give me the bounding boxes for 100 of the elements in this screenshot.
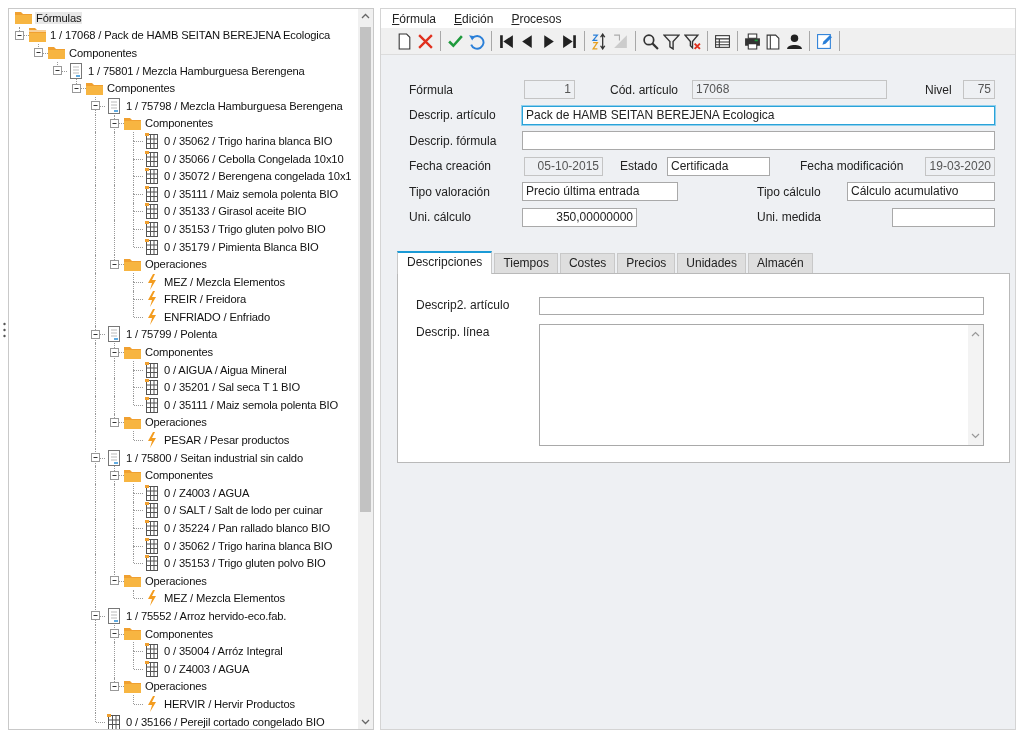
collapse-icon[interactable] (110, 259, 119, 269)
collapse-icon[interactable] (110, 681, 119, 691)
text-field[interactable]: 1 (524, 80, 575, 99)
collapse-icon[interactable] (110, 629, 119, 639)
table-icon[interactable] (714, 32, 731, 50)
scrollbar-thumb[interactable] (360, 27, 371, 512)
tree-item[interactable]: PESAR / Pesar productos (163, 434, 291, 447)
tree-item[interactable]: 0 / 35166 / Perejil cortado congelado BIO (125, 715, 326, 728)
tab[interactable]: Precios (617, 252, 676, 273)
text-field[interactable]: 17068 (692, 80, 887, 99)
copy-icon[interactable] (765, 32, 782, 50)
collapse-icon[interactable] (91, 611, 100, 621)
tree-item[interactable]: 1 / 75552 / Arroz hervido-eco.fab. (125, 610, 288, 622)
tab[interactable]: Tiempos (494, 252, 558, 273)
text-field[interactable] (539, 296, 984, 315)
last-record-icon[interactable] (561, 32, 578, 50)
collapse-icon[interactable] (91, 101, 100, 111)
chevron-down-icon[interactable] (971, 432, 980, 439)
tree-item[interactable]: 0 / 35111 / Maiz semola polenta BIO (163, 398, 340, 411)
undo-icon[interactable] (468, 32, 485, 50)
tree-item[interactable]: 0 / 35179 / Pimienta Blanca BIO (163, 240, 320, 253)
tree-item[interactable]: 1 / 17068 / Pack de HAMB SEITAN BEREJENA Ecologica (49, 29, 332, 42)
menu-item[interactable]: Procesos (509, 11, 564, 26)
text-field[interactable]: Certificada (667, 156, 770, 176)
tree-item[interactable]: MEZ / Mezcla Elementos (163, 592, 287, 605)
tab[interactable]: Almacén (748, 252, 813, 273)
collapse-icon[interactable] (15, 30, 24, 40)
tree-item[interactable]: 0 / 35201 / Sal seca T 1 BIO (163, 381, 301, 394)
tree-item[interactable]: 0 / 35066 / Cebolla Congelada 10x10 (163, 152, 345, 165)
print-icon[interactable] (744, 32, 761, 50)
tree-item[interactable]: Componentes (144, 346, 214, 359)
grid-icon (144, 520, 159, 536)
tree-item[interactable]: 0 / 35111 / Maiz semola polenta BIO (163, 187, 340, 200)
tree-item[interactable]: 0 / Z4003 / AGUA (163, 486, 251, 499)
delete-icon[interactable] (417, 32, 434, 50)
tree-item[interactable]: 0 / 35133 / Girasol aceite BIO (163, 205, 308, 218)
collapse-icon[interactable] (91, 453, 100, 463)
tree-item[interactable]: 0 / 35062 / Trigo harina blanca BIO (163, 134, 334, 147)
tree-item[interactable]: 0 / 35153 / Trigo gluten polvo BIO (163, 557, 327, 570)
text-field[interactable]: Pack de HAMB SEITAN BEREJENA Ecologica (522, 105, 995, 125)
chevron-up-icon[interactable] (971, 330, 980, 337)
edit-icon[interactable] (816, 32, 833, 50)
tree-item[interactable]: 0 / SALT / Salt de lodo per cuinar (163, 504, 324, 517)
tree-item[interactable]: 0 / Z4003 / AGUA (163, 662, 251, 675)
text-field[interactable]: Precio última entrada (522, 182, 678, 201)
tree-item[interactable]: 1 / 75799 / Polenta (125, 328, 219, 341)
collapse-icon[interactable] (110, 576, 119, 586)
chevron-up-icon[interactable] (361, 13, 370, 19)
tree-item[interactable]: 0 / 35072 / Berengena congelada 10x1 (163, 170, 353, 183)
tree-item[interactable]: ENFRIADO / Enfriado (163, 310, 271, 323)
text-field[interactable]: 05-10-2015 (524, 156, 603, 176)
tree-item[interactable]: Componentes (106, 82, 176, 95)
tree-item[interactable]: HERVIR / Hervir Productos (163, 697, 296, 710)
tree-item[interactable]: 1 / 75800 / Seitan industrial sin caldo (125, 451, 304, 464)
tree-item[interactable]: MEZ / Mezcla Elementos (163, 275, 287, 288)
tab[interactable]: Costes (559, 252, 616, 273)
collapse-icon[interactable] (110, 417, 119, 427)
tree-item[interactable]: FREIR / Freidora (163, 293, 248, 306)
text-field[interactable]: 19-03-2020 (925, 156, 995, 176)
tree-item[interactable]: Componentes (144, 469, 214, 482)
collapse-icon[interactable] (72, 83, 81, 93)
grip-icon[interactable] (2, 322, 6, 338)
collapse-icon[interactable] (110, 470, 119, 480)
tree-item[interactable]: Componentes (144, 117, 214, 130)
collapse-icon[interactable] (91, 330, 100, 339)
tree-item[interactable]: 0 / 35224 / Pan rallado blanco BIO (163, 522, 331, 534)
tree-item[interactable]: 0 / AIGUA / Aigua Mineral (163, 363, 288, 376)
search-icon[interactable] (642, 32, 659, 50)
tree-item[interactable]: Componentes (144, 627, 214, 640)
collapse-icon[interactable] (34, 48, 43, 58)
collapse-icon[interactable] (53, 66, 62, 76)
menu-item[interactable]: Fórmula (390, 11, 439, 26)
tree-item[interactable]: Operaciones (144, 258, 208, 271)
text-field[interactable] (892, 207, 995, 227)
tree-item[interactable]: 1 / 75798 / Mezcla Hamburguesa Berengena (125, 99, 344, 112)
tree-item[interactable]: 0 / 35004 / Arróz Integral (163, 645, 284, 658)
person-icon[interactable] (786, 32, 803, 50)
tree-item[interactable]: 0 / 35153 / Trigo gluten polvo BIO (163, 222, 327, 235)
text-field[interactable]: Cálculo acumulativo (847, 182, 995, 201)
collapse-icon[interactable] (110, 347, 119, 357)
clear-filter-icon[interactable] (684, 32, 701, 50)
tab[interactable]: Descripciones (397, 250, 493, 274)
text-field[interactable]: 75 (963, 80, 995, 99)
text-field[interactable] (522, 131, 995, 150)
menu-item[interactable]: Edición (452, 11, 496, 26)
tree-item[interactable]: Operaciones (144, 574, 208, 587)
text-field[interactable]: 350,00000000 (522, 207, 637, 227)
chevron-down-icon[interactable] (361, 719, 370, 725)
first-record-icon[interactable] (498, 32, 515, 50)
tree-item[interactable]: Operaciones (144, 680, 208, 693)
collapse-icon[interactable] (110, 118, 119, 128)
tree-item[interactable]: Componentes (68, 47, 138, 59)
filter-icon[interactable] (663, 32, 680, 50)
tree-item[interactable]: 0 / 35062 / Trigo harina blanca BIO (163, 539, 334, 552)
tree-item[interactable]: Operaciones (144, 416, 208, 429)
tree-item[interactable]: 1 / 75801 / Mezcla Hamburguesa Berengena (87, 64, 306, 77)
scrollbar[interactable] (358, 9, 373, 729)
sort-icon[interactable] (591, 32, 608, 50)
tab[interactable]: Unidades (677, 252, 747, 273)
new-document-icon[interactable] (396, 32, 413, 50)
